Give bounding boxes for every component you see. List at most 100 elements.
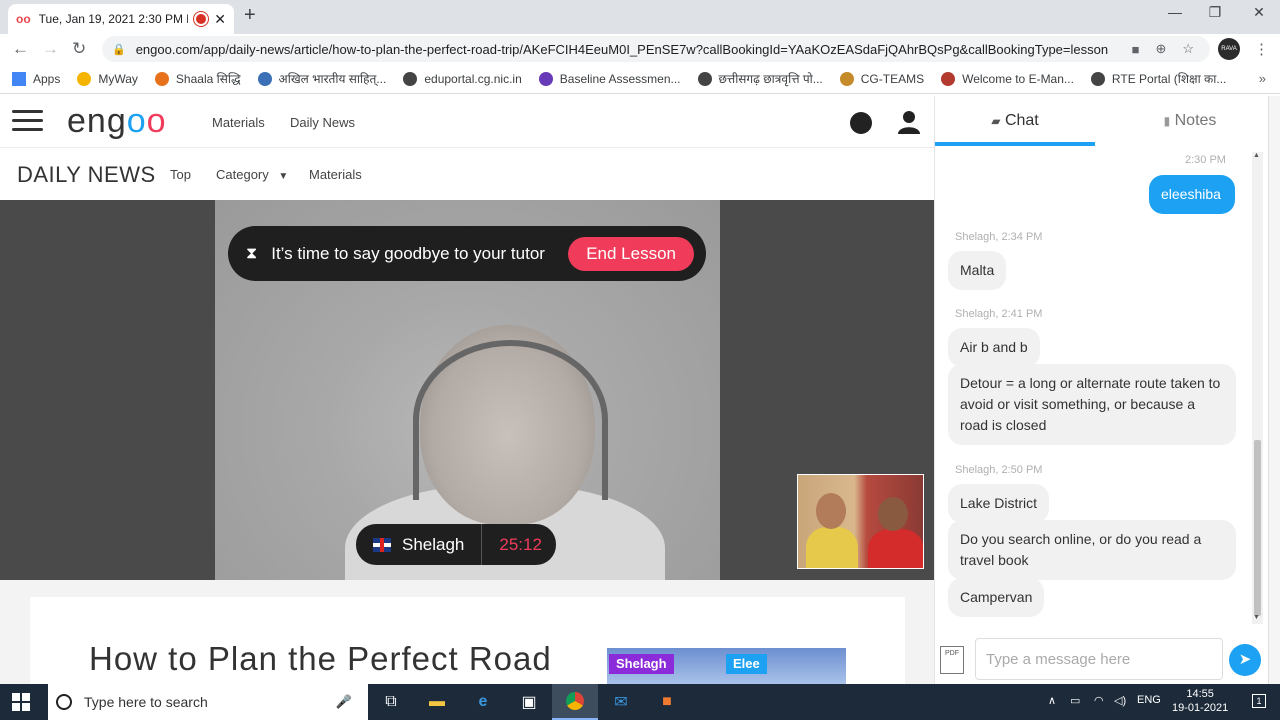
background-window-edge <box>1268 96 1280 684</box>
tray-chevron-icon[interactable]: ∧ <box>1048 694 1056 707</box>
bookmark-label: MyWay <box>98 71 138 86</box>
system-clock[interactable]: 14:55 19-01-2021 <box>1172 687 1228 715</box>
wifi-icon[interactable]: ◠ <box>1094 694 1104 707</box>
bookmark-label: अखिल भारतीय साहित्... <box>278 72 387 86</box>
bookmark-item[interactable]: Apps <box>12 71 61 86</box>
student-cursor-tag: Elee <box>726 654 767 674</box>
clock-date: 19-01-2021 <box>1172 702 1229 714</box>
more-bookmarks-icon[interactable]: » <box>1259 71 1266 86</box>
bookmark-label: Baseline Assessmen... <box>559 71 681 86</box>
camera-icon[interactable]: ■ <box>1132 42 1140 57</box>
bookmark-item[interactable]: Baseline Assessmen... <box>538 71 681 86</box>
chat-scrollbar[interactable]: ▲ ▼ <box>1252 152 1263 624</box>
user-icon[interactable] <box>898 110 920 134</box>
message-timestamp: Shelagh, 2:41 PM <box>955 308 1043 320</box>
nav-daily-news[interactable]: Daily News <box>290 115 355 130</box>
received-message: Campervan <box>948 578 1045 617</box>
article-title: How to Plan the Perfect Road <box>89 640 552 677</box>
task-view-icon[interactable]: ⧉ <box>368 684 414 720</box>
profile-avatar[interactable]: RAVA <box>1218 38 1240 60</box>
bookmark-item[interactable]: MyWay <box>77 71 138 86</box>
bookmark-item[interactable]: अखिल भारतीय साहित्... <box>257 70 387 87</box>
browser-tab[interactable]: oo Tue, Jan 19, 2021 2:30 PM le ✕ <box>8 4 234 34</box>
cortana-icon <box>56 694 72 710</box>
hamburger-menu-icon[interactable] <box>12 110 43 134</box>
subnav-category[interactable]: Category ▼ <box>216 167 288 182</box>
attach-pdf-icon[interactable]: PDF <box>940 646 964 674</box>
received-message: Malta <box>948 251 1007 290</box>
message-input[interactable] <box>975 638 1223 680</box>
hourglass-icon: ⧗ <box>246 244 258 262</box>
file-explorer-icon[interactable]: ▬ <box>414 684 460 720</box>
subnav-top[interactable]: Top <box>170 167 191 182</box>
language-indicator[interactable]: ENG <box>1137 694 1161 706</box>
windows-start-icon[interactable] <box>12 693 30 711</box>
nav-materials[interactable]: Materials <box>212 115 265 130</box>
tab-notes[interactable]: ▮ Notes <box>1110 96 1270 146</box>
zoom-icon[interactable]: ⊕ <box>1155 41 1166 57</box>
self-view-video[interactable] <box>797 474 924 569</box>
bookmark-label: Apps <box>33 71 61 86</box>
bookmark-star-icon[interactable]: ☆ <box>1182 41 1194 57</box>
received-message: Air b and b <box>948 328 1040 367</box>
engoo-header: engoo Materials Daily News <box>0 96 934 148</box>
tutor-nameplate: Shelagh 25:12 <box>356 524 556 565</box>
microphone-icon[interactable]: 🎤 <box>336 694 352 710</box>
maximize-button[interactable]: ❐ <box>1192 4 1238 21</box>
globe-icon[interactable] <box>850 112 872 134</box>
bookmark-favicon-icon <box>538 71 553 86</box>
battery-icon[interactable]: ▭ <box>1070 694 1080 707</box>
student-1-face <box>816 493 846 529</box>
engoo-logo[interactable]: engoo <box>67 102 167 141</box>
bookmark-item[interactable]: Welcome to E-Man... <box>941 71 1074 86</box>
scroll-up-icon[interactable]: ▲ <box>1253 152 1260 159</box>
received-message: Lake District <box>948 484 1050 523</box>
bookmark-item[interactable]: RTE Portal (शिक्षा का... <box>1090 70 1226 87</box>
page-title: DAILY NEWS <box>17 162 156 187</box>
bookmark-favicon-icon <box>12 71 26 86</box>
message-timestamp: Shelagh, 2:34 PM <box>955 231 1043 243</box>
bookmark-label: Welcome to E-Man... <box>962 71 1074 86</box>
browser-tab-bar: oo Tue, Jan 19, 2021 2:30 PM le ✕ + — ❐ … <box>0 0 1280 34</box>
end-lesson-button[interactable]: End Lesson <box>568 236 694 271</box>
bookmarks-bar: Apps MyWay Shaala सिद्धि अखिल भारतीय साहित्… <box>0 64 1280 94</box>
bookmark-item[interactable]: छत्तीसगढ़ छात्रवृत्ति पो... <box>697 70 823 87</box>
article-image: Shelagh Elee <box>607 648 846 684</box>
scroll-thumb[interactable] <box>1254 440 1261 616</box>
forward-button[interactable]: → <box>42 39 59 59</box>
close-window-button[interactable]: ✕ <box>1236 4 1280 21</box>
close-tab-icon[interactable]: ✕ <box>214 11 226 28</box>
engoo-favicon-icon: oo <box>16 12 31 26</box>
goodbye-banner: ⧗ It’s time to say goodbye to your tutor… <box>228 226 706 281</box>
bookmark-item[interactable]: eduportal.cg.nic.in <box>403 71 522 86</box>
bookmark-item[interactable]: CG-TEAMS <box>839 71 924 86</box>
bookmark-item[interactable]: Shaala सिद्धि <box>154 70 241 87</box>
subnav-materials[interactable]: Materials <box>309 167 362 182</box>
tab-chat[interactable]: ▰ Chat <box>935 96 1095 146</box>
bookmark-label: eduportal.cg.nic.in <box>424 71 522 86</box>
send-button[interactable]: ➤ <box>1229 644 1261 676</box>
tutor-cursor-tag: Shelagh <box>609 654 674 674</box>
address-bar[interactable]: 🔒 engoo.com/app/daily-news/article/how-t… <box>102 36 1210 62</box>
taskbar-search[interactable]: Type here to search 🎤 <box>48 684 368 720</box>
scroll-down-icon[interactable]: ▼ <box>1253 614 1260 621</box>
edge-icon[interactable]: e <box>460 684 506 720</box>
mail-icon[interactable]: ✉ <box>598 684 644 720</box>
bookmark-favicon-icon <box>257 71 272 86</box>
store-icon[interactable]: ▣ <box>506 684 552 720</box>
bookmark-favicon-icon <box>403 71 418 86</box>
tutor-name: Shelagh <box>402 534 465 554</box>
notification-icon[interactable]: 1 <box>1252 694 1266 708</box>
logo-o-blue: o <box>126 102 147 140</box>
logo-o-red: o <box>146 102 167 140</box>
lesson-timer: 25:12 <box>499 534 542 554</box>
chrome-icon[interactable] <box>552 684 598 720</box>
volume-icon[interactable]: ◁) <box>1114 694 1126 707</box>
app-icon[interactable]: ■ <box>644 684 690 720</box>
new-tab-button[interactable]: + <box>244 4 256 27</box>
menu-kebab-icon[interactable]: ⋮ <box>1254 40 1269 58</box>
back-button[interactable]: ← <box>12 39 29 59</box>
search-placeholder: Type here to search <box>84 694 208 710</box>
reload-button[interactable]: ↻ <box>72 39 86 59</box>
lock-icon: 🔒 <box>112 43 126 56</box>
